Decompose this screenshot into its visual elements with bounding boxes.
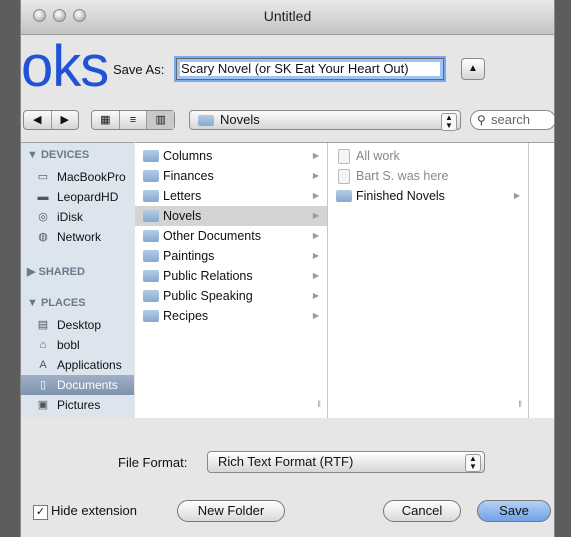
list-item[interactable]: All work bbox=[328, 146, 528, 166]
list-item[interactable]: Letters ▶ bbox=[135, 186, 327, 206]
list-item[interactable]: Finances ▶ bbox=[135, 166, 327, 186]
folder-icon bbox=[143, 190, 159, 202]
search-icon: ⚲ bbox=[477, 113, 486, 127]
back-button[interactable]: ◀ bbox=[24, 111, 52, 129]
desktop-icon: ▤ bbox=[37, 319, 49, 331]
overlay-text: oks bbox=[21, 34, 109, 99]
list-item[interactable]: Novels ▶ bbox=[135, 206, 327, 226]
folder-icon bbox=[143, 170, 159, 182]
column-1: Columns ▶ Finances ▶ Letters ▶ Novels ▶ Othe… bbox=[135, 143, 328, 419]
disclosure-icon: ▶ bbox=[312, 211, 319, 220]
dialog-footer bbox=[21, 418, 554, 537]
folder-icon bbox=[198, 115, 214, 126]
folder-icon bbox=[143, 290, 159, 302]
column-resize-handle[interactable]: ‖ bbox=[317, 399, 321, 409]
sidebar-item-documents[interactable]: ▯ Documents bbox=[21, 375, 134, 395]
new-folder-button[interactable]: New Folder bbox=[177, 500, 285, 522]
document-icon bbox=[338, 169, 350, 184]
folder-popup[interactable]: Novels ▲ ▼ bbox=[189, 110, 461, 131]
file-format-label: File Format: bbox=[118, 455, 188, 470]
home-icon: ⌂ bbox=[39, 339, 47, 351]
disclosure-icon: ▶ bbox=[312, 251, 319, 260]
file-format-value: Rich Text Format (RTF) bbox=[218, 454, 354, 469]
save-dialog-window: Untitled oks Save As: Scary Novel (or SK… bbox=[20, 0, 555, 537]
forward-button[interactable]: ▶ bbox=[52, 111, 79, 129]
icon-view-button[interactable]: ▦ bbox=[92, 111, 120, 129]
folder-icon bbox=[143, 150, 159, 162]
applications-icon: A bbox=[39, 359, 47, 371]
list-item[interactable]: Recipes ▶ bbox=[135, 306, 327, 326]
title-bar: Untitled bbox=[21, 0, 554, 35]
folder-popup-label: Novels bbox=[220, 112, 260, 127]
cancel-button[interactable]: Cancel bbox=[383, 500, 461, 522]
list-item[interactable]: Finished Novels ▶ bbox=[328, 186, 528, 206]
popup-stepper-icon: ▲ ▼ bbox=[465, 454, 481, 472]
folder-icon bbox=[143, 310, 159, 322]
sidebar-section-shared[interactable]: ▶ SHARED bbox=[27, 265, 85, 278]
list-item[interactable]: Paintings ▶ bbox=[135, 246, 327, 266]
list-item[interactable]: Columns ▶ bbox=[135, 146, 327, 166]
list-item[interactable]: Public Speaking ▶ bbox=[135, 286, 327, 306]
column-browser: Columns ▶ Finances ▶ Letters ▶ Novels ▶ Othe… bbox=[135, 142, 554, 420]
computer-icon: ▭ bbox=[37, 171, 49, 183]
search-placeholder: search bbox=[491, 112, 531, 127]
search-field[interactable]: ⚲ search bbox=[470, 110, 554, 130]
hide-extension-checkbox[interactable]: ✓ bbox=[33, 505, 48, 520]
column-view-button[interactable]: ▥ bbox=[147, 111, 175, 129]
hide-extension-label: Hide extension bbox=[51, 503, 137, 518]
list-item[interactable]: Other Documents ▶ bbox=[135, 226, 327, 246]
column-resize-handle[interactable]: ‖ bbox=[518, 399, 522, 409]
popup-stepper-icon: ▲ ▼ bbox=[441, 113, 457, 131]
file-format-popup[interactable]: Rich Text Format (RTF) ▲ ▼ bbox=[207, 451, 485, 473]
sidebar-item-pictures[interactable]: ▣ Pictures bbox=[21, 395, 134, 415]
view-mode-buttons: ▦ ≡ ▥ bbox=[91, 110, 175, 130]
sidebar-item-desktop[interactable]: ▤ Desktop bbox=[21, 315, 134, 335]
documents-icon: ▯ bbox=[39, 379, 47, 391]
sidebar-item-bobl[interactable]: ⌂ bobl bbox=[21, 335, 134, 355]
disclosure-icon: ▶ bbox=[513, 191, 520, 200]
sidebar-item-idisk[interactable]: ◎ iDisk bbox=[21, 207, 134, 227]
back-forward-buttons: ◀ ▶ bbox=[23, 110, 79, 130]
column-2: All work Bart S. was here Finished Novel… bbox=[328, 143, 529, 419]
idisk-icon: ◎ bbox=[38, 211, 48, 223]
sidebar: ▼ DEVICES ▭ MacBookPro ▬ LeopardHD ◎ iDisk … bbox=[21, 142, 134, 420]
disclosure-icon: ▶ bbox=[312, 151, 319, 160]
disclosure-icon: ▶ bbox=[312, 311, 319, 320]
disclosure-icon: ▶ bbox=[312, 231, 319, 240]
sidebar-section-places[interactable]: ▼ PLACES bbox=[27, 297, 86, 309]
folder-icon bbox=[143, 230, 159, 242]
list-item[interactable]: Public Relations ▶ bbox=[135, 266, 327, 286]
sidebar-item-leopardhd[interactable]: ▬ LeopardHD bbox=[21, 187, 134, 207]
expand-dialog-button[interactable]: ▲ bbox=[461, 58, 485, 80]
sidebar-item-applications[interactable]: A Applications bbox=[21, 355, 134, 375]
sidebar-section-devices[interactable]: ▼ DEVICES bbox=[27, 149, 89, 161]
sidebar-item-network[interactable]: ◍ Network bbox=[21, 227, 134, 247]
disclosure-icon: ▶ bbox=[312, 191, 319, 200]
folder-icon bbox=[143, 210, 159, 222]
pictures-icon: ▣ bbox=[37, 399, 49, 411]
disclosure-icon: ▶ bbox=[312, 291, 319, 300]
hard-drive-icon: ▬ bbox=[37, 191, 49, 203]
window-title: Untitled bbox=[263, 8, 312, 24]
save-button[interactable]: Save bbox=[477, 500, 551, 522]
disclosure-icon: ▶ bbox=[312, 271, 319, 280]
save-as-input[interactable]: Scary Novel (or SK Eat Your Heart Out) bbox=[174, 56, 446, 82]
folder-icon bbox=[336, 190, 352, 202]
list-view-button[interactable]: ≡ bbox=[120, 111, 148, 129]
list-item[interactable]: Bart S. was here bbox=[328, 166, 528, 186]
document-icon bbox=[338, 149, 350, 164]
sidebar-item-macbookpro[interactable]: ▭ MacBookPro bbox=[21, 167, 134, 187]
folder-icon bbox=[143, 270, 159, 282]
save-as-label: Save As: bbox=[113, 62, 165, 77]
disclosure-icon: ▶ bbox=[312, 171, 319, 180]
folder-icon bbox=[143, 250, 159, 262]
network-icon: ◍ bbox=[38, 231, 48, 243]
